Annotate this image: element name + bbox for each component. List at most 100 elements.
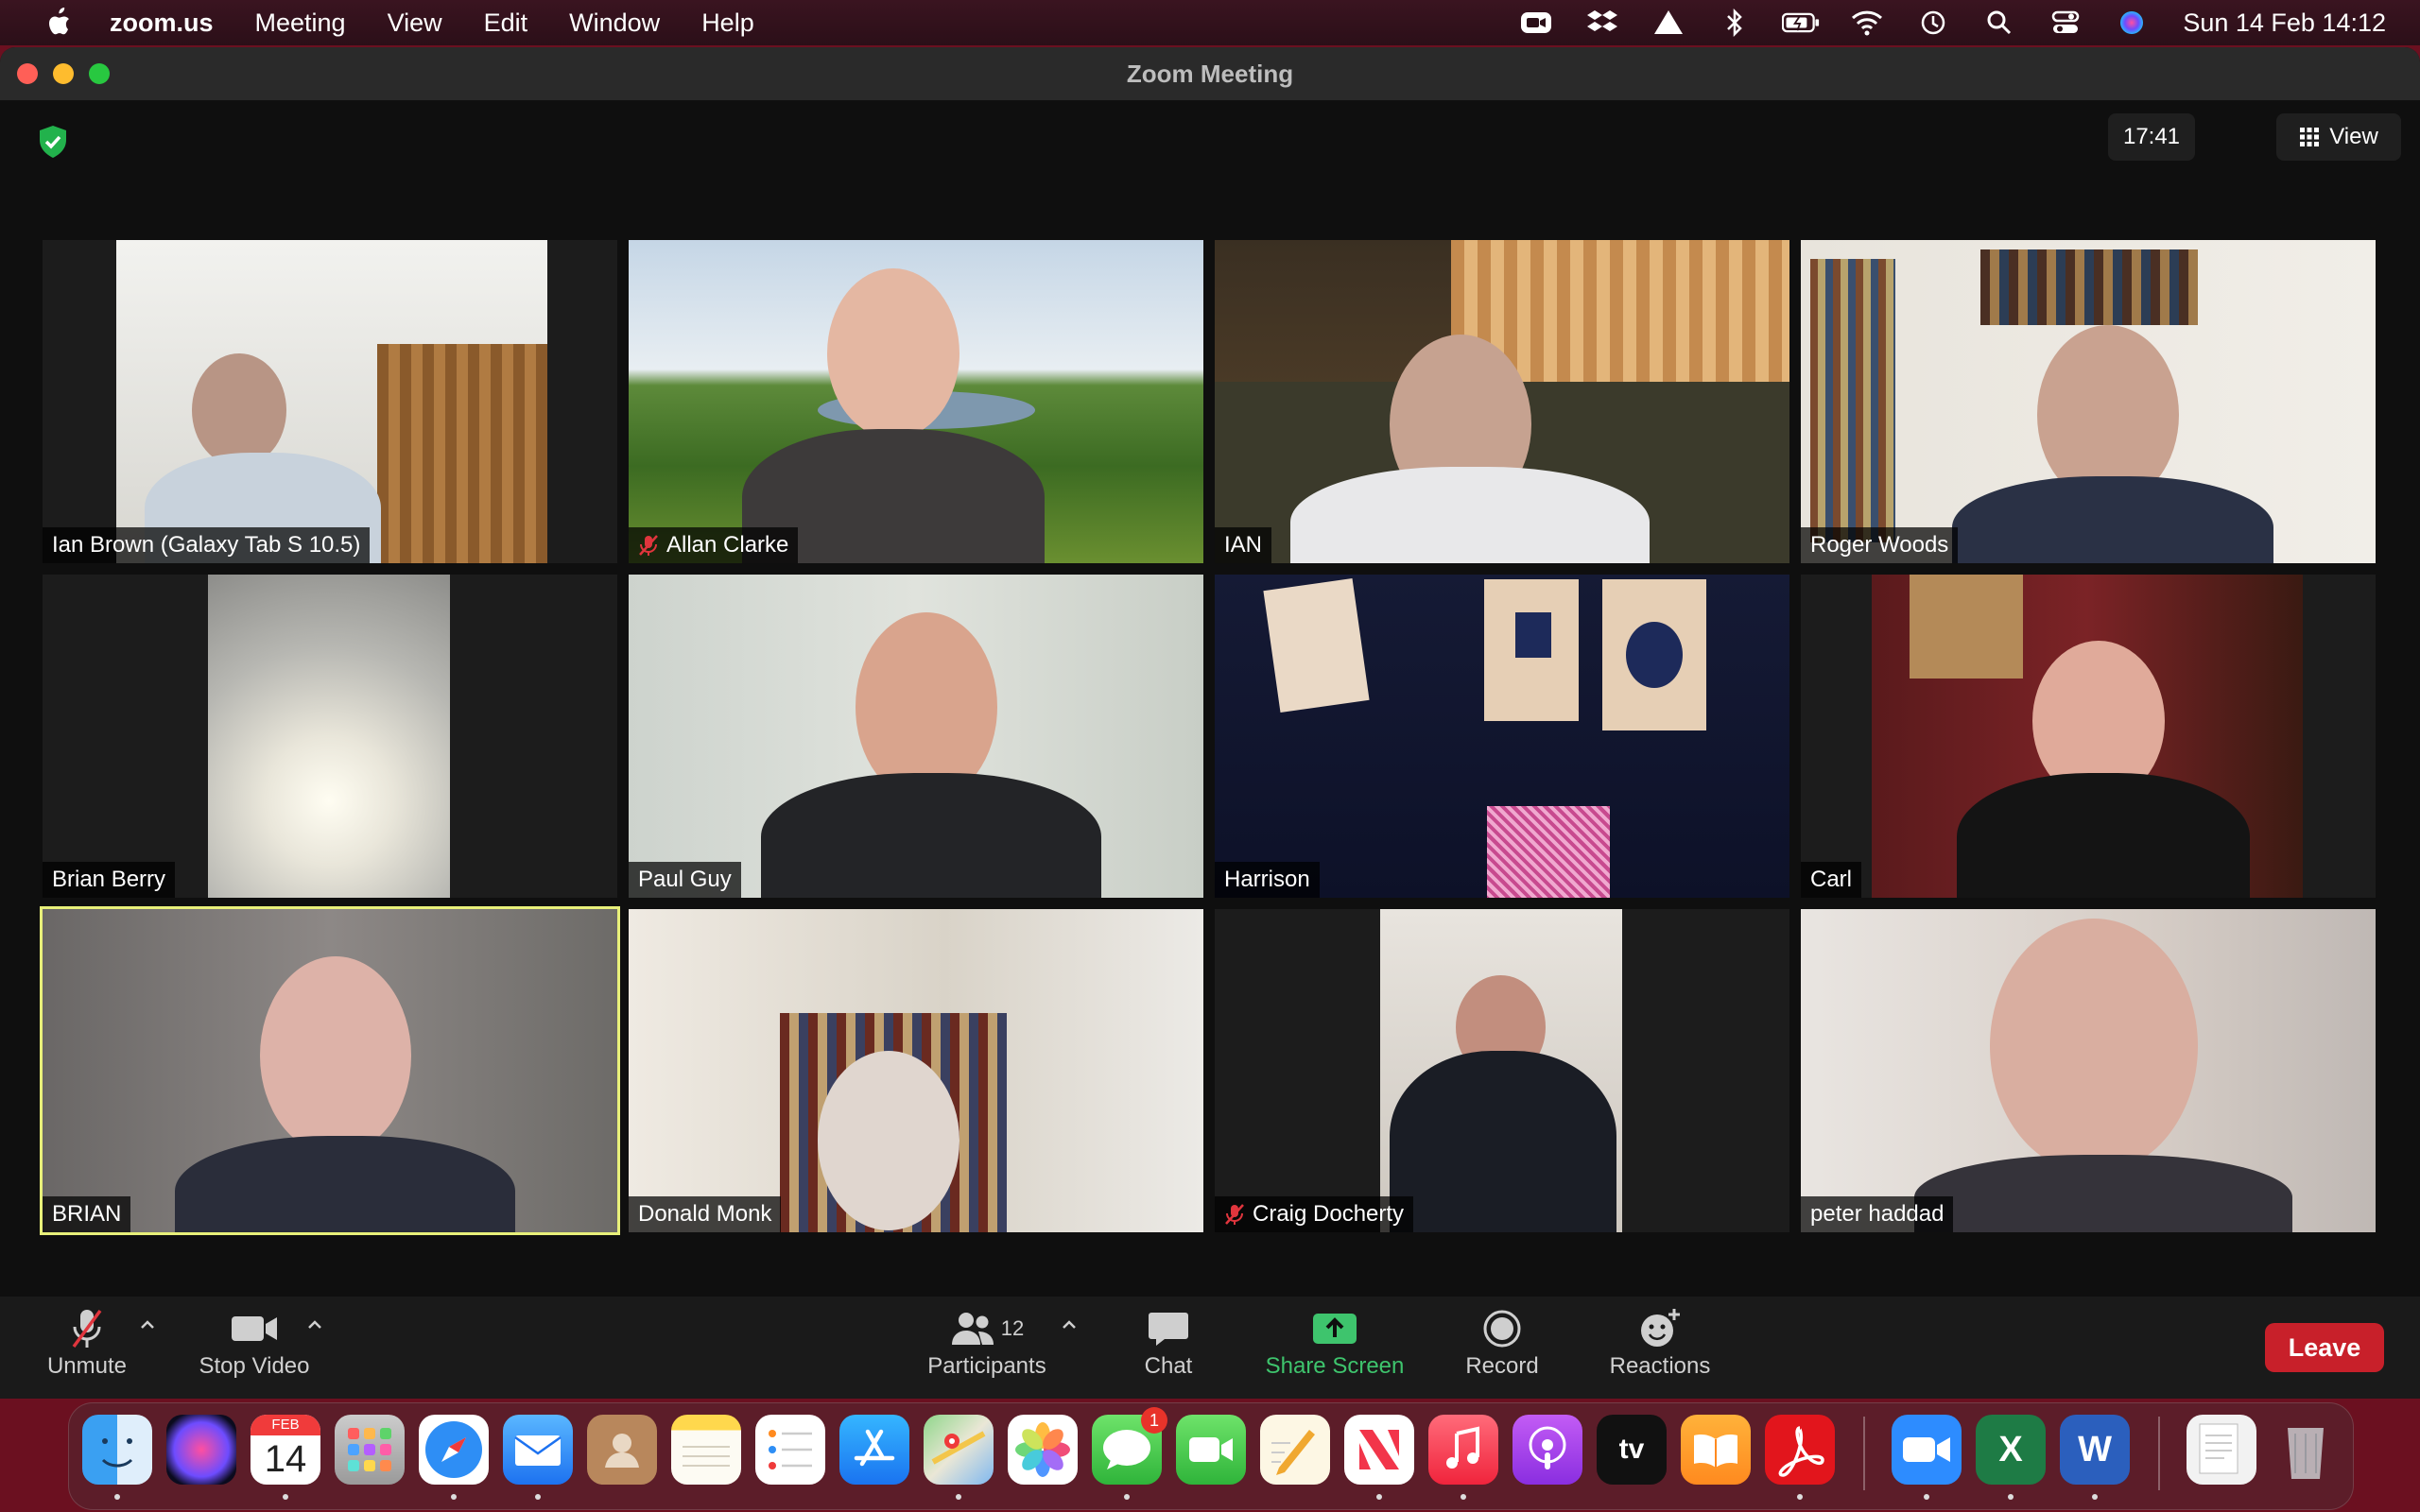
participant-tile-allan-clarke[interactable]: Allan Clarke [629, 240, 1203, 563]
launchpad-dock-icon[interactable] [335, 1415, 405, 1485]
participant-name-tag: IAN [1215, 527, 1272, 563]
macos-dock: FEB 14 1 tv X W [68, 1402, 2354, 1510]
menu-meeting[interactable]: Meeting [255, 9, 346, 38]
participant-tile-roger-woods[interactable]: Roger Woods [1801, 240, 2376, 563]
menu-edit[interactable]: Edit [484, 9, 528, 38]
video-feed [43, 909, 617, 1232]
menu-view[interactable]: View [388, 9, 442, 38]
maps-dock-icon[interactable] [924, 1415, 994, 1485]
participant-tile-donald-monk[interactable]: Donald Monk [629, 909, 1203, 1232]
video-feed [1801, 240, 2376, 563]
drive-icon[interactable] [1650, 8, 1687, 38]
unmute-button[interactable]: Unmute [42, 1304, 132, 1391]
video-feed [629, 909, 1203, 1232]
participant-tile-ian-brown[interactable]: Ian Brown (Galaxy Tab S 10.5) [43, 240, 617, 563]
participant-name-tag: BRIAN [43, 1196, 131, 1232]
participant-name: Ian Brown (Galaxy Tab S 10.5) [52, 532, 361, 558]
finder-dock-icon[interactable] [82, 1415, 152, 1485]
reactions-button[interactable]: Reactions [1601, 1304, 1719, 1391]
video-camera-icon [232, 1316, 277, 1341]
facetime-dock-icon[interactable] [1176, 1415, 1246, 1485]
window-title-bar: Zoom Meeting [0, 47, 2420, 101]
wifi-icon[interactable] [1848, 8, 1886, 38]
mail-dock-icon[interactable] [503, 1415, 573, 1485]
view-button[interactable]: View [2276, 113, 2401, 161]
video-feed [629, 240, 1203, 563]
video-options-chevron-icon[interactable] [305, 1317, 324, 1332]
zoom-dock-icon[interactable] [1892, 1415, 1962, 1485]
calendar-dock-icon[interactable]: FEB 14 [251, 1415, 320, 1485]
participants-button[interactable]: 12 Participants [921, 1304, 1053, 1391]
menu-app-name[interactable]: zoom.us [110, 9, 214, 38]
participant-tile-brian-berry[interactable]: Brian Berry [43, 575, 617, 898]
participant-tile-peter-haddad[interactable]: peter haddad [1801, 909, 2376, 1232]
participant-name: Roger Woods [1810, 532, 1949, 558]
encryption-shield-icon[interactable] [34, 123, 72, 161]
trash-dock-icon[interactable] [2271, 1415, 2341, 1485]
apple-tv-dock-icon[interactable]: tv [1597, 1415, 1667, 1485]
mic-muted-icon [639, 535, 658, 556]
meeting-controls-toolbar: Unmute Stop Video 12 Participants Chat S… [0, 1297, 2420, 1399]
participant-name: Carl [1810, 867, 1853, 892]
app-store-dock-icon[interactable] [839, 1415, 909, 1485]
record-icon [1483, 1310, 1521, 1348]
time-machine-icon[interactable] [1914, 8, 1952, 38]
record-button[interactable]: Record [1460, 1304, 1545, 1391]
participant-name-tag: Allan Clarke [629, 527, 799, 563]
control-center-icon[interactable] [2047, 8, 2084, 38]
dropbox-icon[interactable] [1583, 8, 1621, 38]
participant-tile-carl[interactable]: Carl [1801, 575, 2376, 898]
video-feed [116, 240, 547, 563]
leave-meeting-button[interactable]: Leave [2265, 1323, 2384, 1372]
participant-tile-brian-active-speaker[interactable]: BRIAN [40, 906, 620, 1235]
view-label: View [2329, 124, 2378, 149]
acrobat-reader-dock-icon[interactable] [1765, 1415, 1835, 1485]
mic-muted-icon [1225, 1204, 1244, 1225]
excel-dock-icon[interactable]: X [1976, 1415, 2046, 1485]
contacts-dock-icon[interactable] [587, 1415, 657, 1485]
participants-options-chevron-icon[interactable] [1060, 1317, 1079, 1332]
participant-name: Harrison [1224, 867, 1310, 892]
bluetooth-icon[interactable] [1716, 8, 1754, 38]
battery-icon[interactable] [1782, 8, 1820, 38]
participant-tile-paul-guy[interactable]: Paul Guy [629, 575, 1203, 898]
spotlight-icon[interactable] [1980, 8, 2018, 38]
participant-tile-craig-docherty[interactable]: Craig Docherty [1215, 909, 1789, 1232]
stop-video-button[interactable]: Stop Video [193, 1304, 316, 1391]
siri-icon[interactable] [2113, 8, 2151, 38]
pages-dock-icon[interactable] [1260, 1415, 1330, 1485]
books-dock-icon[interactable] [1681, 1415, 1751, 1485]
video-feed [629, 575, 1203, 898]
notes-dock-icon[interactable] [671, 1415, 741, 1485]
video-feed [1215, 240, 1789, 563]
chat-button[interactable]: Chat [1131, 1304, 1206, 1391]
photos-dock-icon[interactable] [1008, 1415, 1078, 1485]
share-screen-button[interactable]: Share Screen [1259, 1304, 1410, 1391]
grid-icon [2300, 128, 2320, 146]
chat-bubble-icon [1149, 1313, 1188, 1346]
participant-name: BRIAN [52, 1201, 122, 1227]
reminders-dock-icon[interactable] [755, 1415, 825, 1485]
participant-name: Allan Clarke [666, 532, 789, 558]
audio-options-chevron-icon[interactable] [138, 1317, 157, 1332]
safari-dock-icon[interactable] [419, 1415, 489, 1485]
apple-menu-icon[interactable] [40, 4, 78, 42]
participant-name-tag: Roger Woods [1801, 527, 1959, 563]
participant-name-tag: Harrison [1215, 862, 1320, 898]
messages-dock-icon[interactable]: 1 [1092, 1407, 1167, 1485]
gallery-view: Ian Brown (Galaxy Tab S 10.5) Allan Clar… [0, 47, 2420, 1399]
word-dock-icon[interactable]: W [2060, 1415, 2130, 1485]
menu-help[interactable]: Help [701, 9, 754, 38]
participant-tile-ian[interactable]: IAN [1215, 240, 1789, 563]
microphone-muted-icon [72, 1309, 102, 1349]
participant-tile-harrison[interactable]: Harrison [1215, 575, 1789, 898]
zoom-status-icon[interactable] [1517, 8, 1555, 38]
unmute-label: Unmute [46, 1353, 128, 1379]
siri-dock-icon[interactable] [166, 1415, 236, 1485]
news-dock-icon[interactable] [1344, 1415, 1414, 1485]
documents-stack-dock-icon[interactable] [2187, 1415, 2256, 1485]
menu-window[interactable]: Window [569, 9, 660, 38]
music-dock-icon[interactable] [1428, 1415, 1498, 1485]
podcasts-dock-icon[interactable] [1512, 1415, 1582, 1485]
menu-bar-clock[interactable]: Sun 14 Feb 14:12 [2183, 9, 2386, 38]
